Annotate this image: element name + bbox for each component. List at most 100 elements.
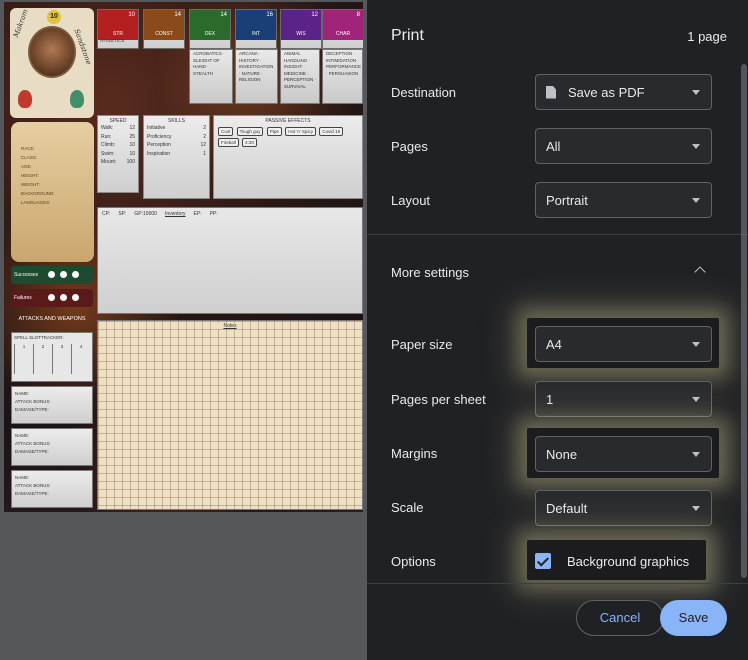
attack-name-label: Name: bbox=[15, 475, 30, 480]
margins-value: None bbox=[546, 446, 578, 462]
skill-inspiration-value: 1 bbox=[203, 150, 206, 157]
background-graphics-label[interactable]: Background graphics bbox=[567, 554, 689, 569]
cancel-button[interactable]: Cancel bbox=[576, 600, 664, 636]
stat-wis-skills: ANIMAL HANDLING · INSIGHT · MEDICINE · P… bbox=[284, 51, 317, 89]
spell-slot-level: 4 bbox=[71, 344, 90, 374]
destination-select[interactable]: Save as PDF bbox=[535, 74, 712, 110]
skill-initiative-label: Initiative bbox=[147, 125, 166, 131]
effect-chip: Covid 19 bbox=[319, 127, 344, 136]
attack-card: Name: Attack Bonus: Damage/Type: bbox=[11, 386, 93, 424]
stat-wis-label: WIS bbox=[296, 31, 306, 37]
successes-label: Successes bbox=[14, 272, 39, 278]
stat-char-label: CHAR bbox=[335, 31, 351, 37]
shield-icon bbox=[70, 90, 84, 108]
speed-climb-value: 10 bbox=[129, 142, 135, 148]
skill-perception-label: Perception bbox=[147, 142, 171, 148]
inventory-panel: CP: SP: GP:10000 Inventory EP: PP: bbox=[97, 207, 363, 314]
pages-per-sheet-select[interactable]: 1 bbox=[535, 381, 712, 417]
stat-dex: 14 DEX bbox=[189, 9, 231, 49]
attack-card: Name: Attack Bonus: Damage/Type: bbox=[11, 428, 93, 466]
skill-perception-value: 12 bbox=[200, 142, 206, 148]
effect-chip: 4:20 bbox=[242, 138, 257, 147]
passive-effects-title: Passive Effects bbox=[265, 118, 311, 124]
attack-bonus-label: Attack Bonus: bbox=[15, 399, 51, 404]
settings-scrollbar[interactable] bbox=[741, 64, 747, 578]
stat-int-label: INT bbox=[251, 31, 261, 37]
character-name-left: Makram bbox=[12, 8, 30, 39]
dropdown-arrow-icon bbox=[692, 90, 700, 95]
inventory-title: Inventory bbox=[164, 211, 186, 217]
background-graphics-checkbox[interactable] bbox=[535, 553, 551, 569]
stat-char: 8 CHAR bbox=[322, 9, 363, 49]
attack-damage-label: Damage/Type: bbox=[15, 491, 49, 496]
paper-size-label: Paper size bbox=[391, 337, 453, 352]
inventory-pp: PP: bbox=[209, 211, 218, 217]
spell-slot-level: 1 bbox=[14, 344, 33, 374]
attack-name-label: Name: bbox=[15, 433, 30, 438]
attack-bonus-label: Attack Bonus: bbox=[15, 441, 51, 446]
attack-name-label: Name: bbox=[15, 391, 30, 396]
skills-title: Skills bbox=[168, 118, 185, 124]
pages-per-sheet-label: Pages per sheet bbox=[391, 392, 486, 407]
character-portrait: 10 Makram Sandstone bbox=[10, 8, 94, 118]
attack-card: Name: Attack Bonus: Damage/Type: bbox=[11, 470, 93, 508]
stat-str-skills: ATHLETICS bbox=[100, 38, 125, 43]
margins-select[interactable]: None bbox=[535, 436, 712, 472]
print-settings-panel: Print 1 page Destination Save as PDF Pag… bbox=[367, 0, 748, 660]
page-count: 1 page bbox=[687, 29, 727, 44]
layout-label: Layout bbox=[391, 193, 431, 208]
print-preview-pane: 10 Makram Sandstone 10 STR ATHLETICS 14 … bbox=[0, 0, 367, 660]
effect-chip: Pipe bbox=[266, 127, 282, 136]
print-title: Print bbox=[391, 27, 424, 44]
stat-char-skills: DECEPTION · INTIMIDATION · PERFORMANCE ·… bbox=[326, 51, 362, 76]
stat-const-label: CONST bbox=[155, 31, 173, 37]
inventory-sp: SP: bbox=[118, 211, 127, 217]
notes-panel: Notes bbox=[97, 320, 363, 510]
level-badge: 10 bbox=[47, 10, 61, 24]
stat-dex-skills-panel: ACROBATICS · SLEIGHT OF HAND · STEALTH bbox=[189, 49, 233, 104]
effect-chip: Fireball bbox=[218, 138, 239, 147]
attack-damage-label: Damage/Type: bbox=[15, 407, 49, 412]
scale-select[interactable]: Default bbox=[535, 490, 712, 526]
speed-walk-value: 12 bbox=[129, 125, 135, 131]
stat-dex-skills: ACROBATICS · SLEIGHT OF HAND · STEALTH bbox=[193, 51, 225, 76]
layout-value: Portrait bbox=[546, 192, 588, 208]
speed-panel: Speed Walk: 12 Run: 25 Climb: 10 Swim: 10 Mo… bbox=[97, 115, 139, 193]
inventory-ep: EP: bbox=[193, 211, 202, 217]
successes-tracker: Successes bbox=[11, 266, 93, 284]
health-potion-icon bbox=[18, 90, 32, 108]
skill-initiative-value: 2 bbox=[203, 125, 206, 131]
stat-int-skills: ARCANA · HISTORY · INVESTIGATION · NATUR… bbox=[239, 51, 274, 82]
dropdown-arrow-icon bbox=[692, 198, 700, 203]
bio-race: Race: bbox=[21, 146, 35, 151]
more-settings-toggle[interactable]: More settings bbox=[391, 265, 469, 280]
footer-divider bbox=[367, 583, 748, 584]
paper-size-select[interactable]: A4 bbox=[535, 326, 712, 362]
pages-select[interactable]: All bbox=[535, 128, 712, 164]
stat-int: 16 INT bbox=[235, 9, 277, 49]
spell-slot-tracker: Spell slottracker: 1 2 3 4 bbox=[11, 332, 93, 382]
spell-slot-level: 2 bbox=[33, 344, 52, 374]
spell-slots-title: Spell slottracker: bbox=[14, 335, 64, 340]
effect-chip: Hot 'n' Spicy bbox=[285, 127, 316, 136]
character-sheet-page: 10 Makram Sandstone 10 STR ATHLETICS 14 … bbox=[4, 2, 363, 512]
bio-background: Background: bbox=[21, 191, 55, 196]
scale-value: Default bbox=[546, 500, 588, 516]
paper-size-value: A4 bbox=[546, 336, 562, 352]
speed-mount-label: Mount: bbox=[101, 159, 117, 165]
skill-proficiency-label: Proficiency bbox=[147, 133, 172, 140]
attack-bonus-label: Attack Bonus: bbox=[15, 483, 51, 488]
failures-label: Failures bbox=[14, 295, 32, 301]
bio-languages: Languages: bbox=[21, 200, 51, 205]
save-button[interactable]: Save bbox=[660, 600, 727, 636]
skill-inspiration-label: Inspiration bbox=[147, 150, 171, 157]
layout-select[interactable]: Portrait bbox=[535, 182, 712, 218]
speed-run-value: 25 bbox=[129, 133, 135, 140]
bio-weight: Weight: bbox=[21, 182, 40, 187]
stat-const: 14 CONST bbox=[143, 9, 185, 49]
dropdown-arrow-icon bbox=[692, 342, 700, 347]
effect-chip: Cool bbox=[218, 127, 234, 136]
chevron-up-icon[interactable] bbox=[694, 266, 706, 278]
bio-age: Age: bbox=[21, 164, 32, 169]
passive-effects-panel: Passive Effects Cool Tough guy Pipe Hot … bbox=[213, 115, 363, 199]
